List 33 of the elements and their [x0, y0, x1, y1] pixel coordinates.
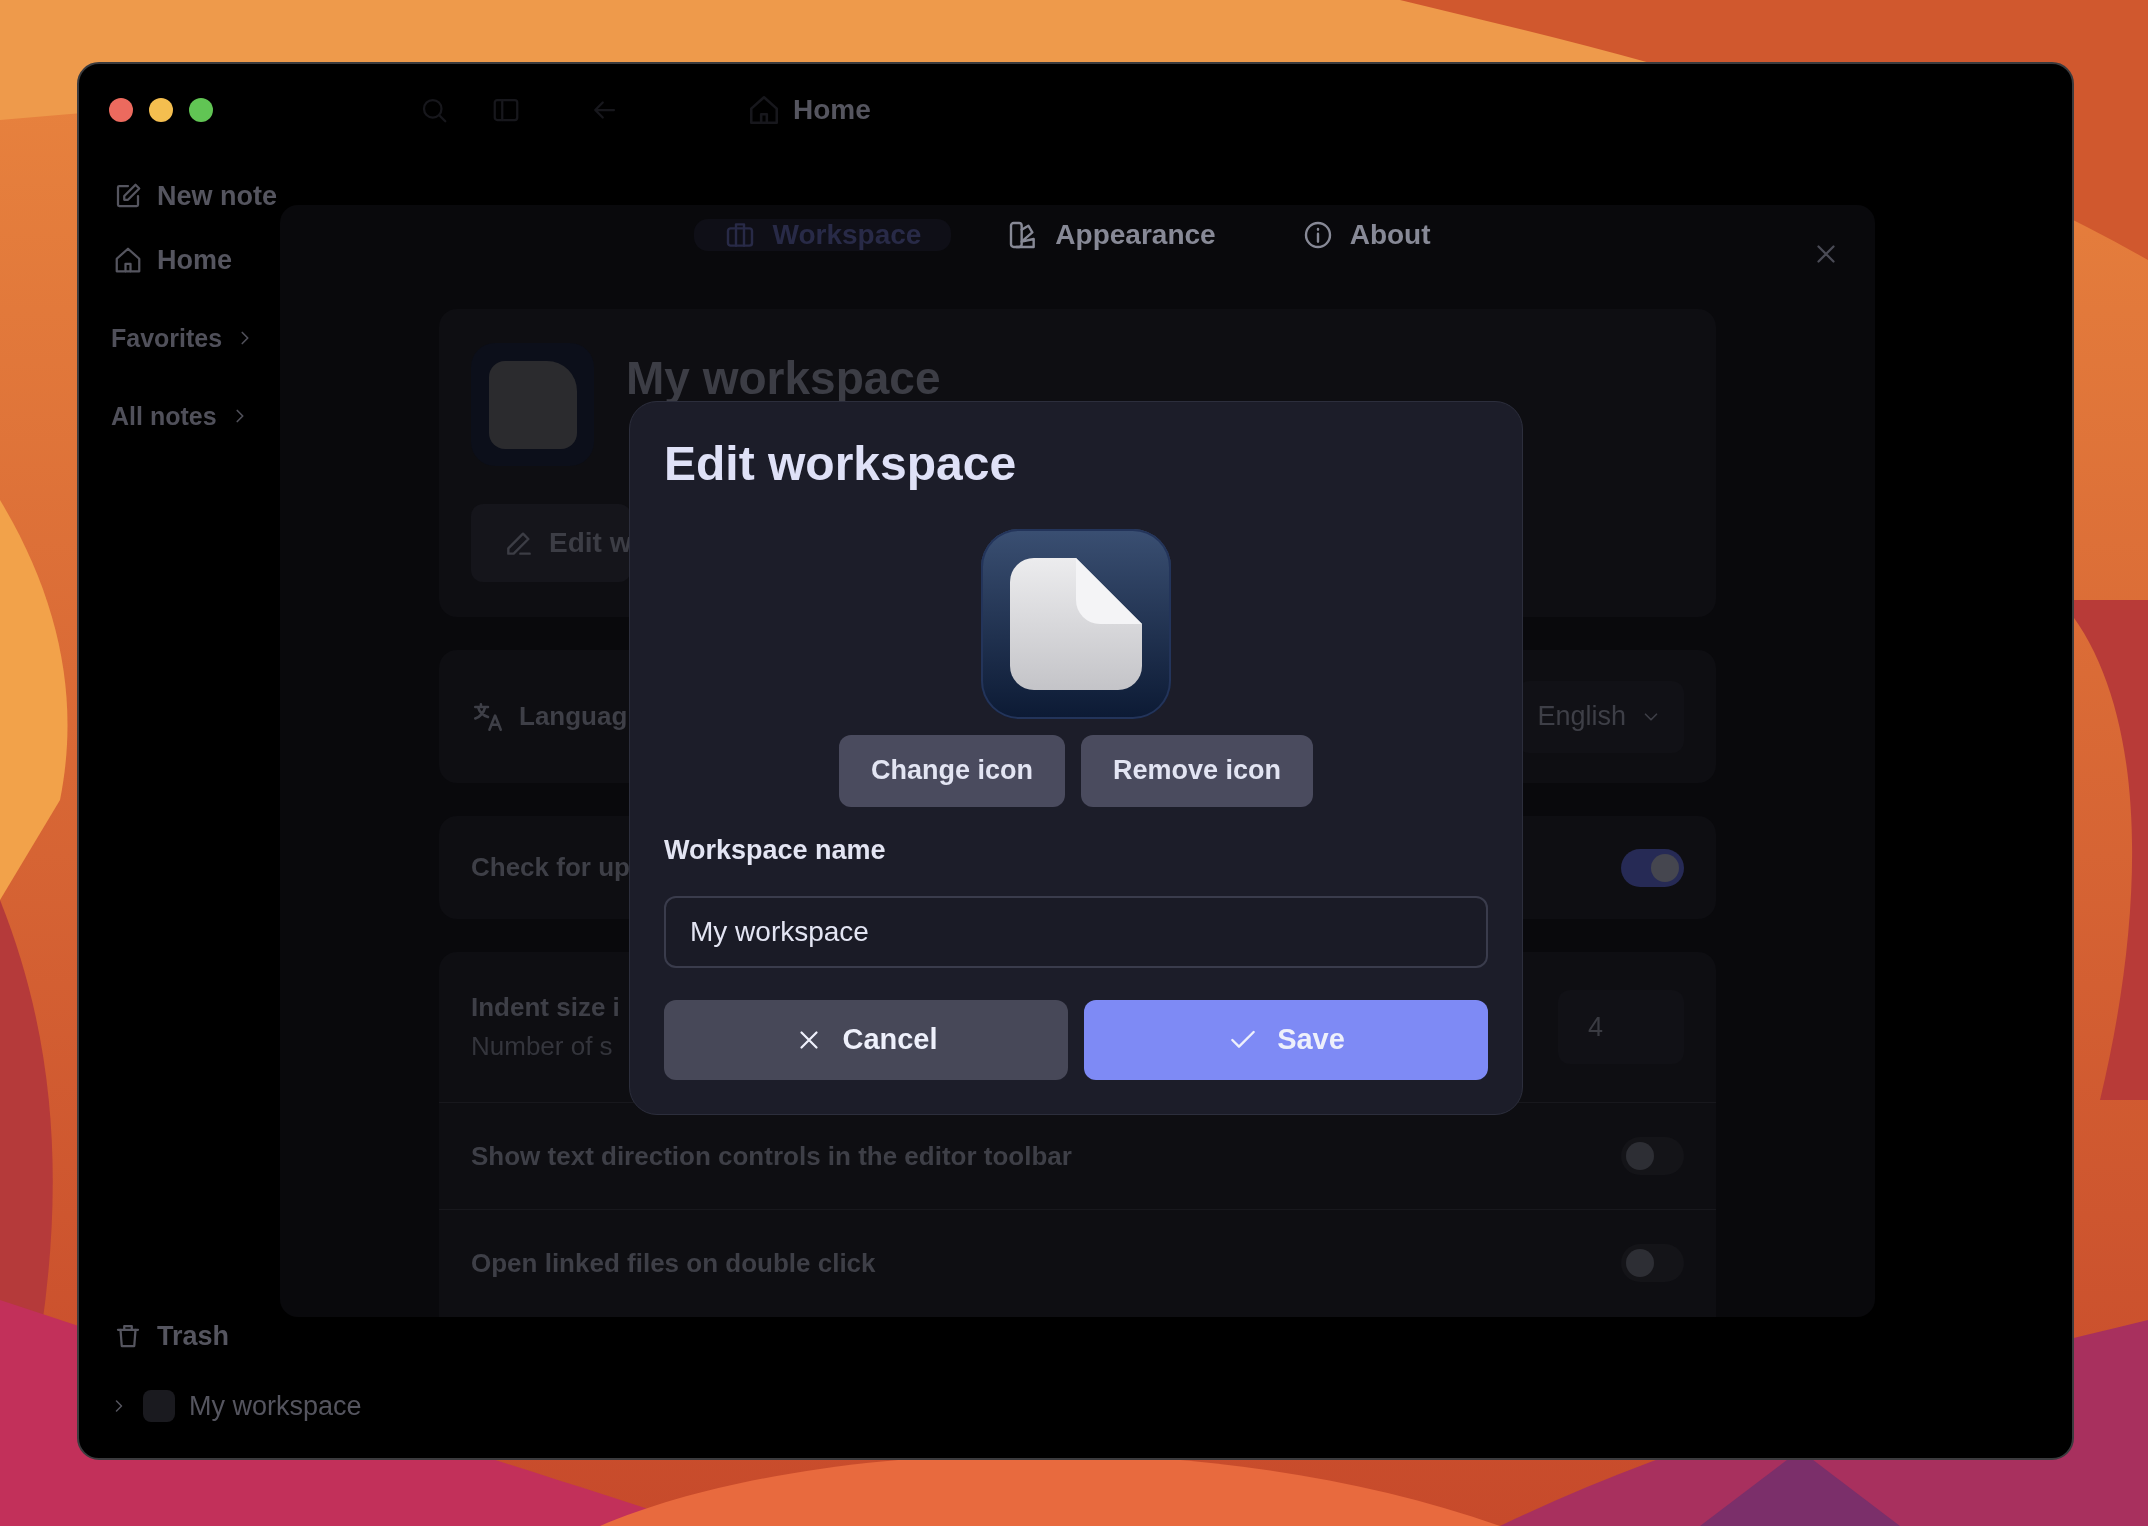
sidebar-section[interactable]: All notes [111, 388, 251, 444]
zoom-window-button[interactable] [189, 98, 213, 122]
section-title: All notes [111, 401, 217, 431]
icon-action-button[interactable]: Change icon [838, 734, 1065, 807]
dialog-title: Edit workspace [664, 438, 1018, 491]
sidebar-section[interactable]: Favorites [111, 310, 257, 366]
sidebar-item[interactable]: Home [113, 232, 232, 288]
sidebar-item-label: Home [157, 244, 232, 276]
workspace-label: My workspace [189, 1390, 362, 1422]
workspace-name-field[interactable]: My workspace [664, 895, 1488, 968]
workspace-icon [471, 343, 594, 466]
sidebar-item-label: Trash [157, 1320, 230, 1352]
sidebar-item[interactable]: New note [113, 168, 277, 224]
toggle-switch[interactable] [1621, 1244, 1684, 1282]
field-label: Workspace name [664, 834, 887, 866]
home-icon [747, 93, 781, 127]
minimize-window-button[interactable] [149, 98, 173, 122]
close-window-button[interactable] [109, 98, 133, 122]
sidebar-item[interactable]: Trash [113, 1308, 230, 1364]
cancel-button[interactable]: Cancel [664, 999, 1068, 1080]
workspace-switcher[interactable]: My workspace [109, 1378, 362, 1434]
workspace-icon [143, 1390, 175, 1422]
save-button[interactable]: Save [1084, 999, 1488, 1080]
toggle-switch[interactable] [1621, 848, 1684, 887]
section-title: Favorites [111, 323, 223, 353]
settings-tab[interactable]: Appearance [977, 219, 1246, 251]
home-icon [113, 245, 143, 275]
icon-action-button[interactable]: Remove icon [1080, 734, 1314, 807]
toggle-switch[interactable] [1621, 1137, 1684, 1175]
sidebar-item-label: New note [157, 180, 277, 212]
breadcrumb-title: Home [793, 94, 871, 126]
settings-tab[interactable]: About [1271, 219, 1461, 251]
document-icon [981, 528, 1171, 719]
